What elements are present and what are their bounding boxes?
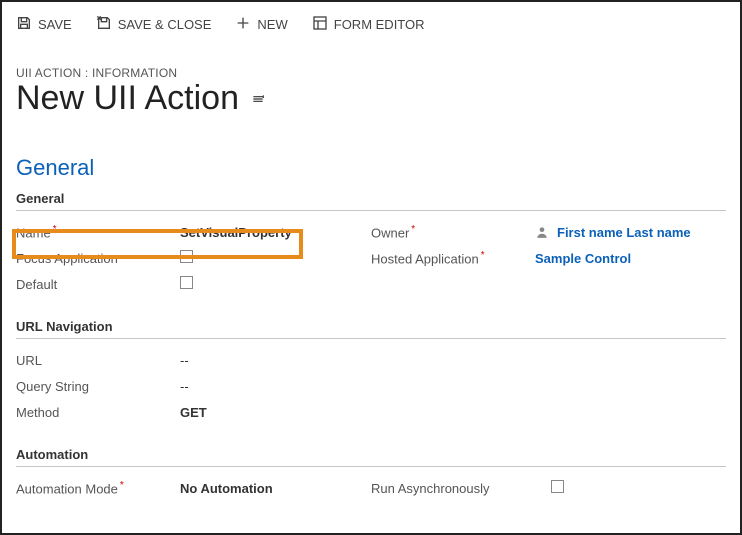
query-string-value: --: [180, 379, 726, 394]
owner-label: Owner: [371, 226, 409, 241]
form-editor-label: FORM EDITOR: [334, 17, 425, 32]
hosted-app-value[interactable]: Sample Control: [535, 251, 631, 266]
field-query-string[interactable]: Query String --: [16, 373, 726, 399]
field-owner[interactable]: Owner* First name Last name: [371, 219, 726, 245]
section-general-title: General: [16, 155, 726, 181]
plus-icon: [235, 15, 251, 34]
focus-app-label: Focus Application: [16, 251, 180, 266]
hosted-app-label: Hosted Application: [371, 252, 479, 267]
subsection-general: General: [16, 191, 726, 211]
breadcrumb: UII ACTION : INFORMATION: [16, 66, 726, 80]
subsection-url-navigation: URL Navigation: [16, 319, 726, 339]
automation-mode-label: Automation Mode: [16, 482, 118, 497]
subsection-automation: Automation: [16, 447, 726, 467]
name-value: SetVisualProperty: [180, 225, 371, 240]
menu-chevron-icon: [251, 92, 265, 106]
new-label: NEW: [257, 17, 287, 32]
query-string-label: Query String: [16, 379, 180, 394]
save-close-icon: [96, 15, 112, 34]
required-marker: *: [481, 250, 485, 261]
form-editor-button[interactable]: FORM EDITOR: [312, 15, 425, 34]
field-name[interactable]: Name* SetVisualProperty: [16, 219, 371, 245]
run-async-checkbox[interactable]: [551, 480, 564, 493]
required-marker: *: [53, 224, 57, 235]
field-focus-application[interactable]: Focus Application: [16, 245, 371, 271]
field-automation-mode[interactable]: Automation Mode* No Automation: [16, 475, 371, 501]
save-button[interactable]: SAVE: [16, 15, 72, 34]
run-async-label: Run Asynchronously: [371, 481, 551, 496]
save-icon: [16, 15, 32, 34]
name-label: Name: [16, 226, 51, 241]
field-method[interactable]: Method GET: [16, 399, 726, 425]
default-label: Default: [16, 277, 180, 292]
url-value: --: [180, 353, 726, 368]
save-label: SAVE: [38, 17, 72, 32]
required-marker: *: [411, 224, 415, 235]
field-hosted-application[interactable]: Hosted Application* Sample Control: [371, 245, 726, 271]
page-title: New UII Action: [16, 80, 239, 117]
default-checkbox[interactable]: [180, 276, 193, 289]
focus-app-checkbox[interactable]: [180, 250, 193, 263]
url-label: URL: [16, 353, 180, 368]
field-url[interactable]: URL --: [16, 347, 726, 373]
automation-mode-value: No Automation: [180, 481, 371, 496]
new-button[interactable]: NEW: [235, 15, 287, 34]
required-marker: *: [120, 480, 124, 491]
save-close-label: SAVE & CLOSE: [118, 17, 212, 32]
toolbar: SAVE SAVE & CLOSE NEW FORM EDITOR: [16, 10, 726, 38]
field-run-asynchronously[interactable]: Run Asynchronously: [371, 475, 726, 501]
field-default[interactable]: Default: [16, 271, 371, 297]
owner-value[interactable]: First name Last name: [557, 225, 691, 240]
form-editor-icon: [312, 15, 328, 34]
user-icon: [535, 225, 549, 239]
save-close-button[interactable]: SAVE & CLOSE: [96, 15, 212, 34]
title-menu-button[interactable]: [251, 92, 265, 106]
method-value: GET: [180, 405, 726, 420]
method-label: Method: [16, 405, 180, 420]
